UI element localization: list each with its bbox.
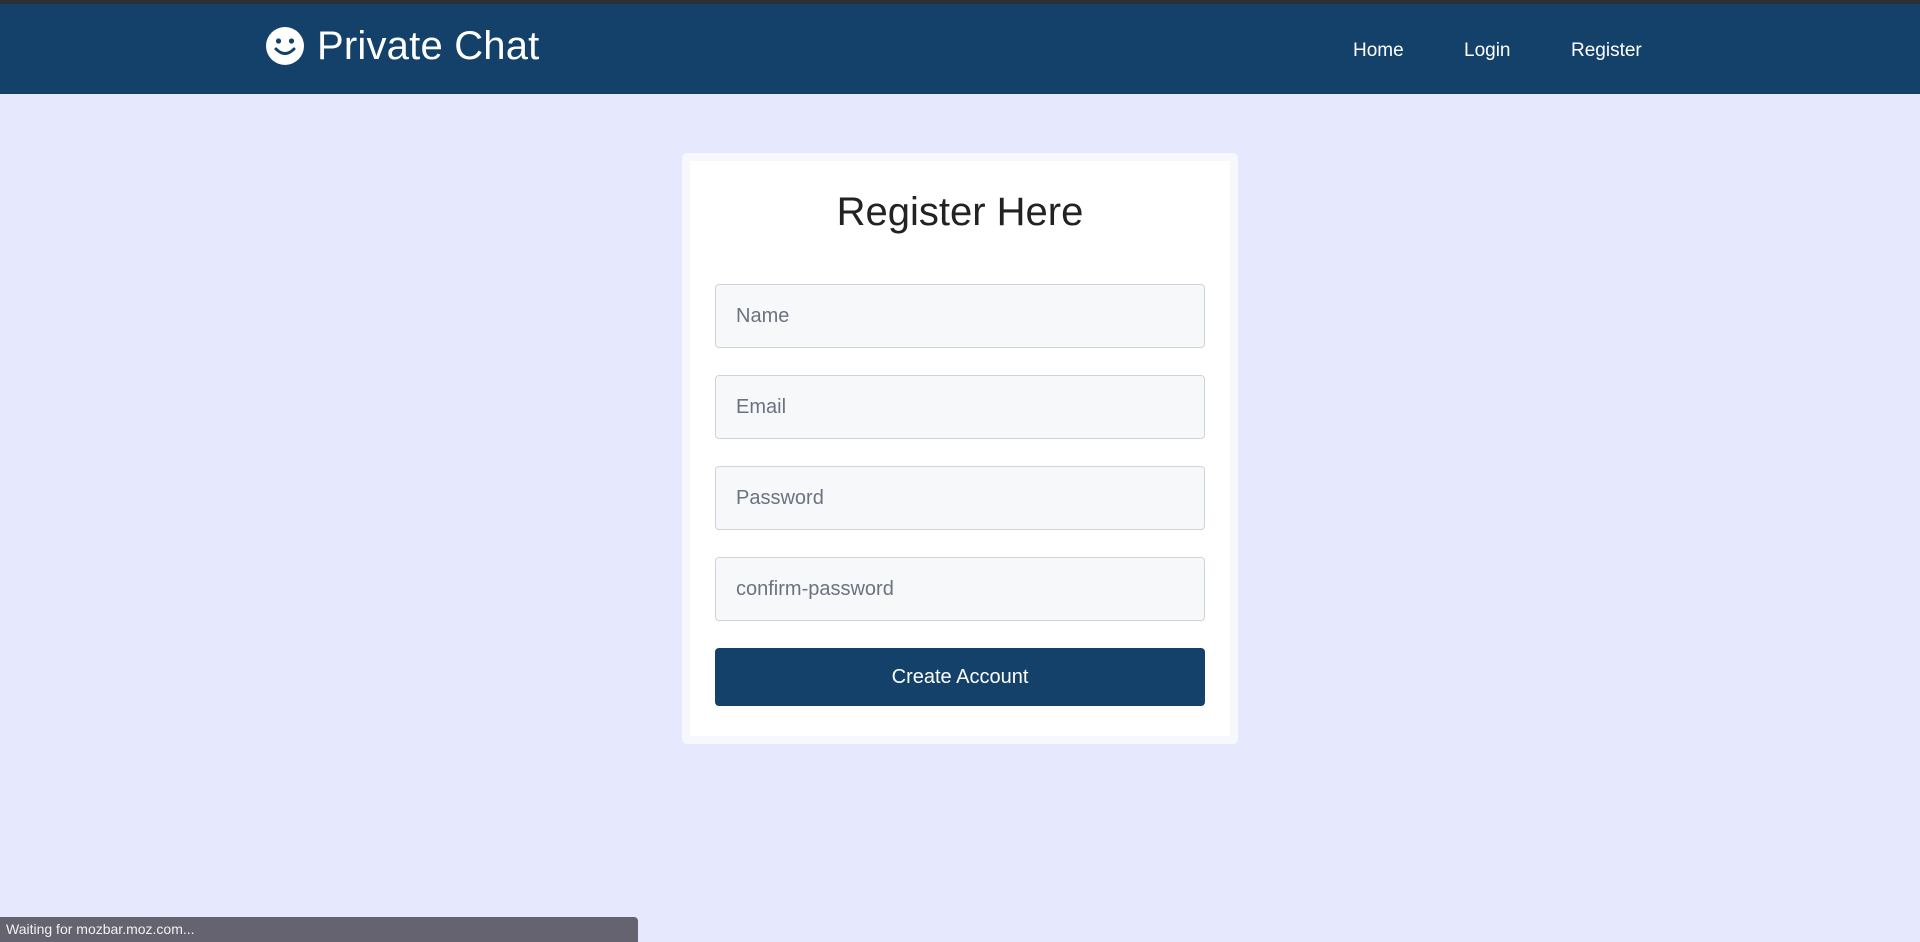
nav-register-link[interactable]: Register <box>1571 34 1642 68</box>
navbar: Private Chat Home Login Register <box>0 4 1920 94</box>
nav-login-link[interactable]: Login <box>1464 34 1511 68</box>
nav-home-link[interactable]: Home <box>1353 34 1404 68</box>
confirm-password-input[interactable] <box>715 557 1205 621</box>
nav-links: Home Login Register <box>0 34 1920 68</box>
create-account-button[interactable]: Create Account <box>715 648 1205 706</box>
form-title: Register Here <box>836 190 1084 234</box>
email-input[interactable] <box>715 375 1205 439</box>
password-input[interactable] <box>715 466 1205 530</box>
browser-status-bar: Waiting for mozbar.moz.com... <box>0 917 638 942</box>
name-input[interactable] <box>715 284 1205 348</box>
